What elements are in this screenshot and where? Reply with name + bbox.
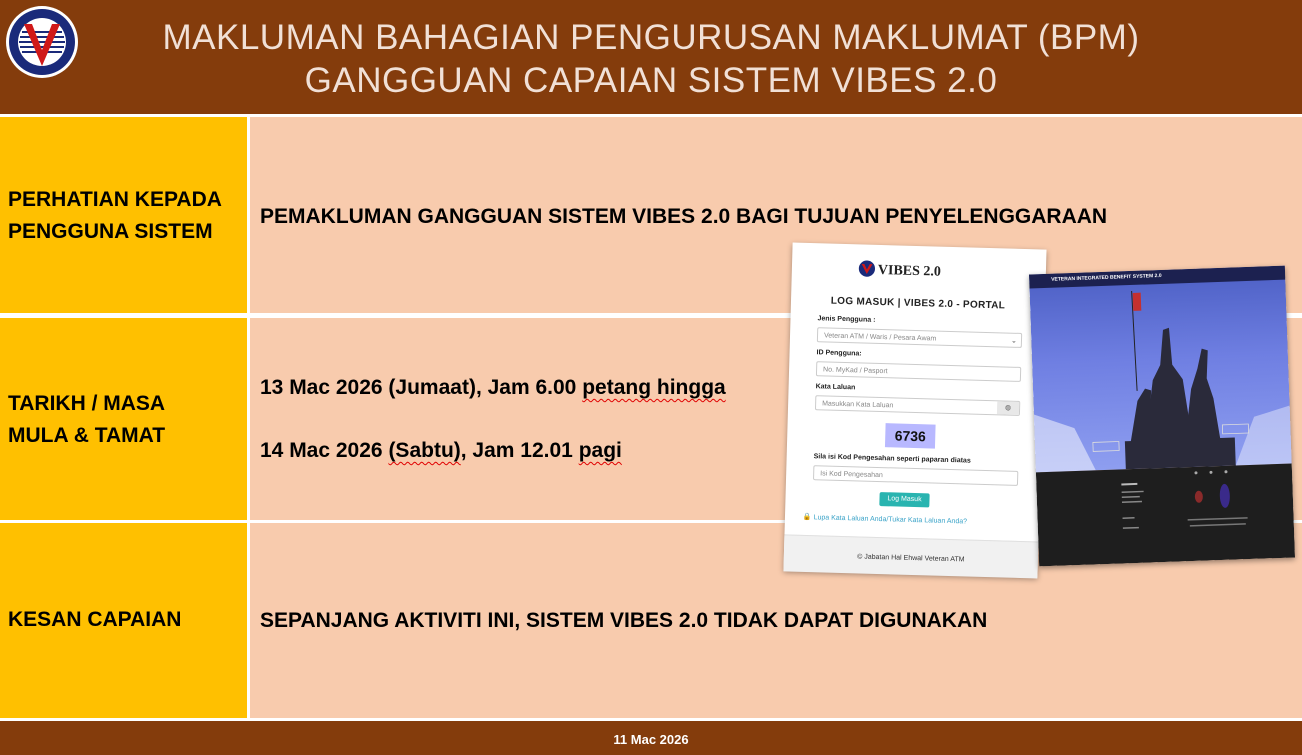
header-banner: MAKLUMAN BAHAGIAN PENGURUSAN MAKLUMAT (B…	[0, 0, 1302, 114]
row1-label-cell: PERHATIAN KEPADA PENGGUNA SISTEM	[0, 117, 247, 313]
footer-banner: 11 Mac 2026	[0, 721, 1302, 755]
row1-label: PERHATIAN KEPADA PENGGUNA SISTEM	[8, 188, 222, 243]
user-type-select[interactable]: Veteran ATM / Waris / Pesara Awam ⌄	[816, 327, 1023, 348]
portal-footer-graphics	[1121, 470, 1248, 529]
portal-nav-title: VETERAN INTEGRATED BENEFIT SYSTEM 2.0	[1051, 272, 1162, 283]
user-id-label: ID Pengguna:	[816, 349, 862, 358]
row3-content: SEPANJANG AKTIVITI INI, SISTEM VIBES 2.0…	[260, 609, 988, 632]
captcha-code: 6736	[884, 423, 936, 449]
login-footer: © Jabatan Hal Ehwal Veteran ATM	[783, 534, 1039, 579]
eye-slash-icon[interactable]: ◍	[996, 401, 1020, 415]
portal-hero	[1028, 265, 1292, 473]
login-panel-image: VIBES 2.0 LOG MASUK | VIBES 2.0 - PORTAL…	[783, 242, 1047, 579]
row1-content: PEMAKLUMAN GANGGUAN SISTEM VIBES 2.0 BAG…	[260, 205, 1108, 228]
row2-content-line2: 14 Mac 2026 (Sabtu), Jam 12.01 pagi	[260, 439, 622, 462]
footer-date: 11 Mac 2026	[613, 732, 689, 747]
password-input[interactable]: Masukkan Kata Laluan ◍	[814, 395, 1021, 416]
row2-label: TARIKH / MASA MULA & TAMAT	[8, 392, 166, 447]
user-type-label: Jenis Pengguna :	[817, 315, 876, 324]
veterans-monument-image	[1033, 290, 1292, 473]
portal-screenshot-image: VETERAN INTEGRATED BENEFIT SYSTEM 2.0	[1028, 265, 1296, 567]
lock-icon: 🔒	[802, 513, 812, 522]
chevron-down-icon: ⌄	[1010, 337, 1018, 345]
header-title-line1: MAKLUMAN BAHAGIAN PENGURUSAN MAKLUMAT (B…	[162, 18, 1140, 57]
login-title: LOG MASUK | VIBES 2.0 - PORTAL	[830, 295, 1006, 312]
forgot-password-link[interactable]: 🔒 Lupa Kata Laluan Anda/Tukar Kata Lalua…	[803, 513, 967, 526]
user-id-input[interactable]: No. MyKad / Pasport	[815, 361, 1022, 382]
captcha-input[interactable]: Isi Kod Pengesahan	[813, 465, 1019, 486]
row3-label-cell: KESAN CAPAIAN	[0, 523, 247, 718]
portal-footer	[1035, 463, 1296, 567]
row3-label: KESAN CAPAIAN	[8, 608, 182, 631]
login-button[interactable]: Log Masuk	[879, 492, 930, 508]
row2-content-line1: 13 Mac 2026 (Jumaat), Jam 6.00 petang hi…	[260, 376, 726, 399]
captcha-label: Sila isi Kod Pengesahan seperti paparan …	[813, 453, 971, 465]
login-brand: VIBES 2.0	[877, 262, 942, 280]
password-label: Kata Laluan	[815, 383, 856, 392]
row2-label-cell: TARIKH / MASA MULA & TAMAT	[0, 318, 247, 520]
vibes-logo-icon	[858, 260, 876, 277]
header-title-line2: GANGGUAN CAPAIAN SISTEM VIBES 2.0	[304, 61, 998, 100]
